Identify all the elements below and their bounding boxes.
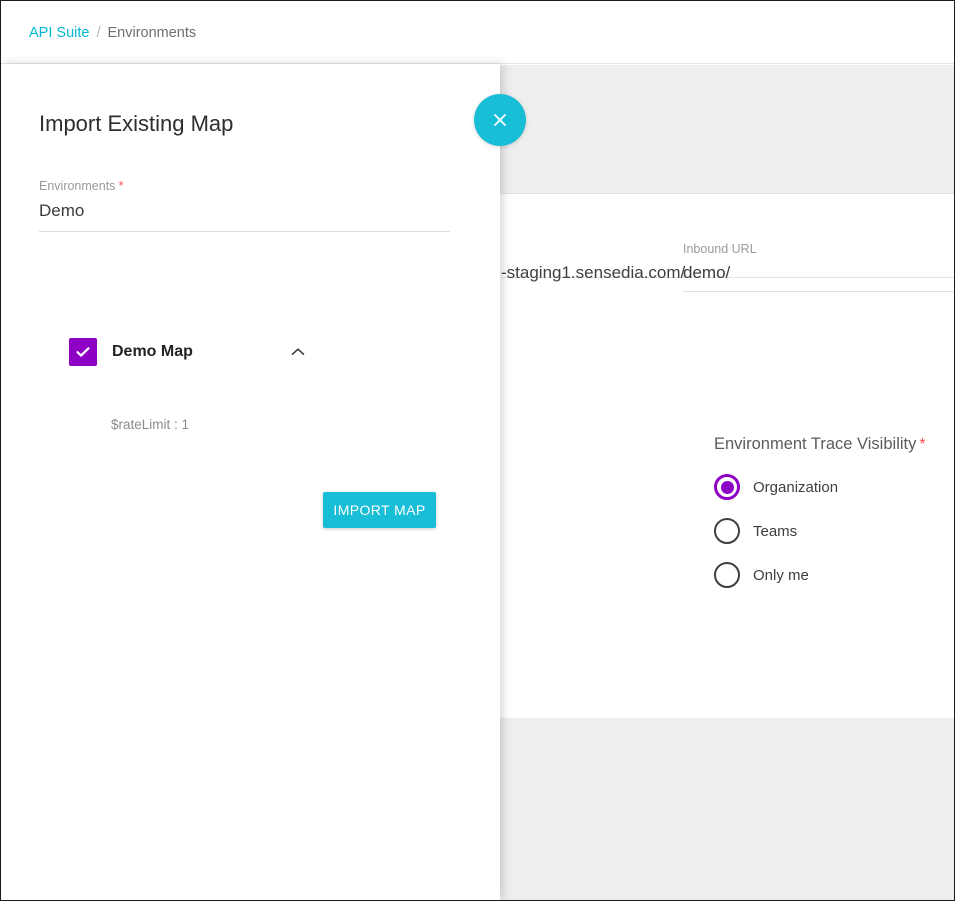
inbound-url-label: Inbound URL bbox=[683, 241, 953, 257]
required-star: * bbox=[118, 178, 123, 193]
environments-field-label: Environments* bbox=[39, 178, 450, 194]
environments-field[interactable]: Environments* Demo bbox=[39, 178, 450, 232]
breadcrumb-separator: / bbox=[96, 25, 100, 41]
inbound-url-underline bbox=[683, 291, 954, 292]
app-root: -staging1.sensedia.com/ Inbound URL demo… bbox=[0, 0, 955, 901]
breadcrumb-current-environments: Environments bbox=[107, 25, 196, 41]
checkbox-checked-icon[interactable] bbox=[69, 338, 97, 366]
radio-label-organization: Organization bbox=[753, 479, 838, 496]
radio-option-organization[interactable]: Organization bbox=[714, 474, 955, 500]
radio-option-teams[interactable]: Teams bbox=[714, 518, 955, 544]
environments-field-underline bbox=[39, 231, 450, 232]
breadcrumb: API Suite / Environments bbox=[29, 24, 196, 42]
environment-trace-visibility-group: Environment Trace Visibility* Organizati… bbox=[714, 433, 955, 588]
inbound-url-value: demo/ bbox=[683, 263, 730, 283]
inbound-url-field[interactable]: Inbound URL demo/ bbox=[673, 241, 953, 283]
close-icon bbox=[490, 110, 510, 130]
required-star: * bbox=[919, 436, 925, 453]
inbound-url-row: demo/ bbox=[673, 263, 953, 283]
trace-visibility-title: Environment Trace Visibility* bbox=[714, 433, 955, 456]
modal-title: Import Existing Map bbox=[39, 110, 233, 138]
radio-icon-selected[interactable] bbox=[714, 474, 740, 500]
map-name-label: Demo Map bbox=[112, 343, 193, 361]
environments-label-text: Environments bbox=[39, 179, 115, 193]
map-list-item[interactable]: Demo Map bbox=[69, 338, 306, 366]
inbound-url-prefix: -staging1.sensedia.com/ bbox=[501, 263, 685, 283]
breadcrumb-link-api-suite[interactable]: API Suite bbox=[29, 25, 89, 41]
radio-icon-unselected[interactable] bbox=[714, 562, 740, 588]
import-map-button[interactable]: IMPORT MAP bbox=[323, 492, 436, 528]
close-modal-button[interactable] bbox=[474, 94, 526, 146]
radio-option-only-me[interactable]: Only me bbox=[714, 562, 955, 588]
chevron-up-icon[interactable] bbox=[290, 344, 306, 360]
radio-label-only-me: Only me bbox=[753, 567, 809, 584]
top-header-bar: API Suite / Environments bbox=[1, 1, 954, 64]
map-property-rate-limit: $rateLimit : 1 bbox=[111, 417, 189, 432]
environments-field-value: Demo bbox=[39, 199, 450, 223]
radio-icon-unselected[interactable] bbox=[714, 518, 740, 544]
import-existing-map-modal: Import Existing Map Environments* Demo D… bbox=[1, 64, 500, 900]
trace-visibility-title-text: Environment Trace Visibility bbox=[714, 435, 916, 453]
radio-label-teams: Teams bbox=[753, 523, 797, 540]
